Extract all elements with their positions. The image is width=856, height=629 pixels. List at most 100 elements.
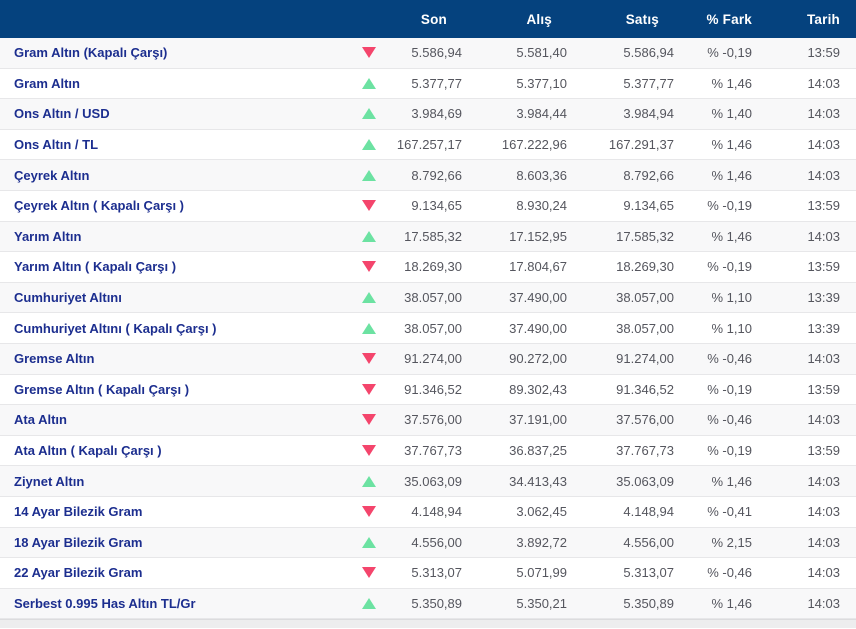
change-percent: % -0,19 — [674, 443, 752, 458]
price-sell: 37.576,00 — [567, 412, 674, 427]
price-buy: 17.804,67 — [462, 259, 567, 274]
price-sell: 5.377,77 — [567, 76, 674, 91]
instrument-name: Ziynet Altın — [0, 474, 344, 489]
down-arrow-icon — [362, 414, 376, 425]
price-sell: 35.063,09 — [567, 474, 674, 489]
table-row[interactable]: Cumhuriyet Altını ( Kapalı Çarşı ) 38.05… — [0, 313, 856, 344]
update-time: 14:03 — [752, 351, 840, 366]
instrument-name: Yarım Altın ( Kapalı Çarşı ) — [0, 259, 344, 274]
gold-prices-table: Son Alış Satış % Fark Tarih Gram Altın (… — [0, 0, 856, 628]
direction-cell — [344, 108, 394, 119]
update-time: 13:59 — [752, 259, 840, 274]
down-arrow-icon — [362, 261, 376, 272]
update-time: 14:03 — [752, 229, 840, 244]
instrument-name: Serbest 0.995 Has Altın TL/Gr — [0, 596, 344, 611]
instrument-name: Gremse Altın — [0, 351, 344, 366]
direction-cell — [344, 231, 394, 242]
price-last: 38.057,00 — [394, 321, 462, 336]
price-buy: 167.222,96 — [462, 137, 567, 152]
direction-cell — [344, 47, 394, 58]
price-last: 37.767,73 — [394, 443, 462, 458]
table-row[interactable]: Ziynet Altın 35.063,09 34.413,43 35.063,… — [0, 466, 856, 497]
price-last: 9.134,65 — [394, 198, 462, 213]
update-time: 14:03 — [752, 596, 840, 611]
change-percent: % 1,46 — [674, 596, 752, 611]
down-arrow-icon — [362, 47, 376, 58]
price-last: 91.346,52 — [394, 382, 462, 397]
change-percent: % -0,41 — [674, 504, 752, 519]
table-row[interactable]: Cumhuriyet Altını 38.057,00 37.490,00 38… — [0, 283, 856, 314]
up-arrow-icon — [362, 108, 376, 119]
table-row[interactable]: Gremse Altın ( Kapalı Çarşı ) 91.346,52 … — [0, 375, 856, 406]
instrument-name: Gremse Altın ( Kapalı Çarşı ) — [0, 382, 344, 397]
table-row[interactable]: Ata Altın ( Kapalı Çarşı ) 37.767,73 36.… — [0, 436, 856, 467]
up-arrow-icon — [362, 476, 376, 487]
price-sell: 3.984,94 — [567, 106, 674, 121]
price-buy: 3.984,44 — [462, 106, 567, 121]
direction-cell — [344, 323, 394, 334]
change-percent: % -0,46 — [674, 565, 752, 580]
table-row[interactable]: Yarım Altın ( Kapalı Çarşı ) 18.269,30 1… — [0, 252, 856, 283]
update-time: 13:59 — [752, 45, 840, 60]
price-buy: 37.490,00 — [462, 321, 567, 336]
price-last: 5.313,07 — [394, 565, 462, 580]
change-percent: % 1,10 — [674, 321, 752, 336]
update-time: 13:59 — [752, 382, 840, 397]
price-last: 3.984,69 — [394, 106, 462, 121]
price-sell: 38.057,00 — [567, 321, 674, 336]
up-arrow-icon — [362, 139, 376, 150]
price-last: 37.576,00 — [394, 412, 462, 427]
table-row[interactable]: Ons Altın / TL 167.257,17 167.222,96 167… — [0, 130, 856, 161]
instrument-name: Çeyrek Altın — [0, 168, 344, 183]
instrument-name: Gram Altın — [0, 76, 344, 91]
price-buy: 3.892,72 — [462, 535, 567, 550]
column-header-son: Son — [394, 12, 462, 27]
table-row[interactable]: Gram Altın (Kapalı Çarşı) 5.586,94 5.581… — [0, 38, 856, 69]
instrument-name: Ons Altın / USD — [0, 106, 344, 121]
down-arrow-icon — [362, 384, 376, 395]
down-arrow-icon — [362, 445, 376, 456]
table-row[interactable]: 14 Ayar Bilezik Gram 4.148,94 3.062,45 4… — [0, 497, 856, 528]
table-row[interactable]: Serbest 0.995 Has Altın TL/Gr 5.350,89 5… — [0, 589, 856, 620]
direction-cell — [344, 261, 394, 272]
price-buy: 5.350,21 — [462, 596, 567, 611]
table-row[interactable]: Çeyrek Altın 8.792,66 8.603,36 8.792,66 … — [0, 160, 856, 191]
instrument-name: Yarım Altın — [0, 229, 344, 244]
table-row[interactable]: Ata Altın 37.576,00 37.191,00 37.576,00 … — [0, 405, 856, 436]
update-time: 14:03 — [752, 106, 840, 121]
table-row[interactable]: Yarım Altın 17.585,32 17.152,95 17.585,3… — [0, 222, 856, 253]
direction-cell — [344, 353, 394, 364]
direction-cell — [344, 506, 394, 517]
price-sell: 91.346,52 — [567, 382, 674, 397]
table-row[interactable]: 18 Ayar Bilezik Gram 4.556,00 3.892,72 4… — [0, 528, 856, 559]
price-last: 4.556,00 — [394, 535, 462, 550]
price-last: 167.257,17 — [394, 137, 462, 152]
instrument-name: 18 Ayar Bilezik Gram — [0, 535, 344, 550]
price-last: 38.057,00 — [394, 290, 462, 305]
table-row[interactable]: Gremse Altın 91.274,00 90.272,00 91.274,… — [0, 344, 856, 375]
update-time: 14:03 — [752, 412, 840, 427]
table-row[interactable]: Çeyrek Altın ( Kapalı Çarşı ) 9.134,65 8… — [0, 191, 856, 222]
change-percent: % 1,46 — [674, 474, 752, 489]
down-arrow-icon — [362, 506, 376, 517]
table-row[interactable]: 22 Ayar Bilezik Gram 5.313,07 5.071,99 5… — [0, 558, 856, 589]
change-percent: % -0,19 — [674, 382, 752, 397]
update-time: 13:39 — [752, 290, 840, 305]
table-row[interactable]: Ons Altın / USD 3.984,69 3.984,44 3.984,… — [0, 99, 856, 130]
price-last: 18.269,30 — [394, 259, 462, 274]
instrument-name: Cumhuriyet Altını — [0, 290, 344, 305]
table-body: Gram Altın (Kapalı Çarşı) 5.586,94 5.581… — [0, 38, 856, 619]
update-time: 14:03 — [752, 137, 840, 152]
price-buy: 5.071,99 — [462, 565, 567, 580]
price-sell: 5.586,94 — [567, 45, 674, 60]
table-row[interactable]: Gram Altın 5.377,77 5.377,10 5.377,77 % … — [0, 69, 856, 100]
price-sell: 37.767,73 — [567, 443, 674, 458]
instrument-name: Ata Altın — [0, 412, 344, 427]
price-buy: 5.581,40 — [462, 45, 567, 60]
up-arrow-icon — [362, 537, 376, 548]
column-header-tarih: Tarih — [752, 12, 840, 27]
down-arrow-icon — [362, 200, 376, 211]
price-sell: 167.291,37 — [567, 137, 674, 152]
update-time: 14:03 — [752, 504, 840, 519]
direction-cell — [344, 170, 394, 181]
